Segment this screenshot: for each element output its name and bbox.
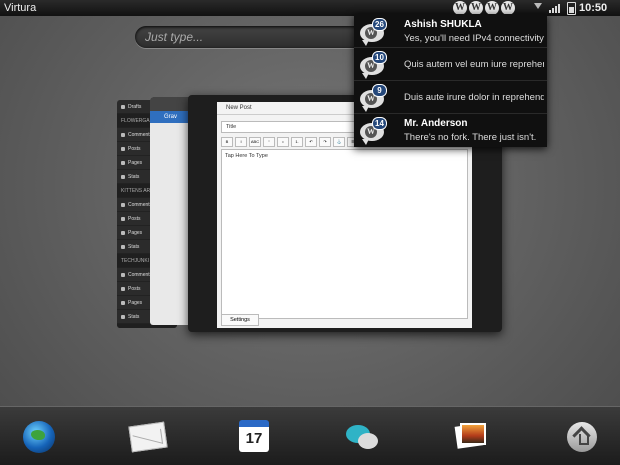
sidebar-item-label: Comments: [128, 201, 153, 208]
comment-icon: [121, 132, 125, 137]
settings-button[interactable]: Settings: [221, 314, 259, 326]
pin-icon: [121, 104, 125, 109]
notification-item[interactable]: W 10 Quis autem vel eum iure reprehender…: [354, 47, 547, 81]
pin-icon: [121, 286, 125, 291]
format-button[interactable]: ↶: [305, 137, 317, 147]
sidebar-item-label: Posts: [128, 215, 141, 222]
sidebar-item-label: TECHJUNKI: [121, 257, 150, 264]
chevron-down-icon[interactable]: [534, 3, 542, 9]
wordpress-bubble-icon: W 14: [358, 117, 387, 145]
format-button[interactable]: I: [235, 137, 247, 147]
photos-icon[interactable]: [454, 421, 486, 449]
sidebar-item-label: KITTENS AR: [121, 187, 151, 194]
sidebar-item-label: Posts: [128, 285, 141, 292]
notification-item[interactable]: W 26 Ashish SHUKLA Yes, you'll need IPv4…: [354, 14, 547, 48]
count-badge: 26: [372, 18, 387, 31]
comment-icon: [121, 272, 125, 277]
web-browser-icon[interactable]: [23, 421, 55, 453]
sidebar-item-label: Pages: [128, 159, 143, 166]
wordpress-bubble-icon: W 9: [358, 84, 387, 112]
notification-text: Yes, you'll need IPv4 connectivity to: [404, 33, 544, 44]
sidebar-item-label: Pages: [128, 299, 143, 306]
wordpress-icon[interactable]: W: [485, 1, 499, 15]
notification-title: Ashish SHUKLA: [404, 19, 482, 30]
count-badge: 14: [372, 117, 387, 130]
wordpress-icon[interactable]: W: [453, 1, 467, 15]
notification-text: Quis autem vel eum iure reprehenderit: [404, 59, 544, 70]
stats-icon: [121, 244, 125, 249]
wordpress-bubble-icon: W 26: [358, 18, 387, 46]
sidebar-item-label: Stats: [128, 173, 140, 180]
format-button[interactable]: “: [263, 137, 275, 147]
format-button[interactable]: ↷: [319, 137, 331, 147]
comment-icon: [121, 202, 125, 207]
format-button[interactable]: •: [277, 137, 289, 147]
battery-icon: [567, 2, 576, 15]
calendar-icon[interactable]: 17: [239, 420, 269, 452]
stats-icon: [121, 174, 125, 179]
sidebar-item-label: Pages: [128, 229, 143, 236]
app-title[interactable]: Virtura: [4, 2, 36, 14]
notification-text: Duis aute irure dolor in reprehenderit: [404, 92, 544, 103]
wordpress-icon[interactable]: W: [501, 1, 515, 15]
pin-icon: [121, 216, 125, 221]
sidebar-item-label: WORDPRESS: [121, 328, 154, 329]
notification-item[interactable]: W 14 Mr. Anderson There's no fork. There…: [354, 113, 547, 146]
notification-item[interactable]: W 9 Duis aute irure dolor in reprehender…: [354, 80, 547, 114]
notification-title: Mr. Anderson: [404, 118, 468, 129]
notification-icons[interactable]: W W W W: [453, 1, 515, 15]
stats-icon: [121, 314, 125, 319]
signal-icon: [549, 3, 560, 13]
wordpress-bubble-icon: W 10: [358, 51, 387, 79]
format-button[interactable]: 1.: [291, 137, 303, 147]
format-button[interactable]: ⚓: [333, 137, 345, 147]
sidebar-item-label: Drafts: [128, 103, 142, 110]
page-icon: [121, 230, 125, 235]
sidebar-item-label: Stats: [128, 243, 140, 250]
email-icon[interactable]: [128, 421, 168, 453]
sidebar-item-label: Comments: [128, 271, 153, 278]
count-badge: 9: [372, 84, 387, 97]
pin-icon: [121, 146, 125, 151]
page-icon: [121, 160, 125, 165]
messaging-icon[interactable]: [346, 421, 378, 453]
sidebar-item-label: Comments: [128, 131, 153, 138]
quick-launch-dock: 17: [0, 406, 620, 465]
notification-panel: W 26 Ashish SHUKLA Yes, you'll need IPv4…: [354, 14, 547, 147]
wordpress-icon[interactable]: W: [469, 1, 483, 15]
format-button[interactable]: B: [221, 137, 233, 147]
count-badge: 10: [372, 51, 387, 64]
notification-text: There's no fork. There just isn't.: [404, 132, 537, 143]
sidebar-item-label: Posts: [128, 145, 141, 152]
page-icon: [121, 300, 125, 305]
launcher-icon[interactable]: [567, 422, 597, 452]
clock[interactable]: 10:50: [579, 2, 607, 14]
sidebar-item-label: Stats: [128, 313, 140, 320]
post-body-field[interactable]: Tap Here To Type: [221, 149, 468, 319]
format-button[interactable]: ABC: [249, 137, 261, 147]
